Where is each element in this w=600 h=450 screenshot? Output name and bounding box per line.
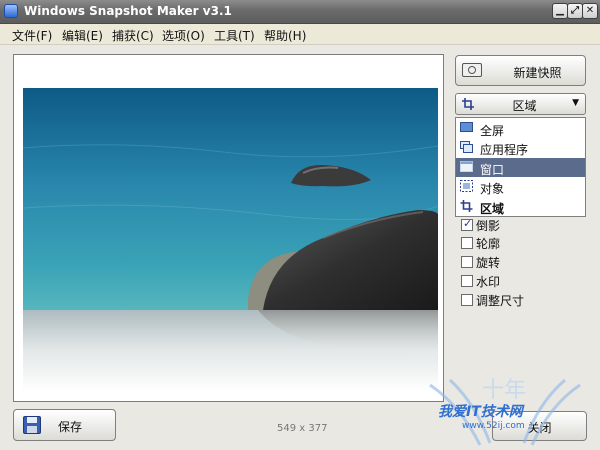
menu-file[interactable]: 文件(F) xyxy=(12,27,52,44)
watermark-text: 我爱IT技术网 xyxy=(438,404,523,420)
floppy-disk-icon xyxy=(23,416,41,434)
maximize-button[interactable]: ⤢ xyxy=(567,3,583,19)
app-window: Windows Snapshot Maker v3.1 ▁ ⤢ ✕ 文件(F) … xyxy=(0,0,600,450)
checkbox-box[interactable] xyxy=(461,294,473,306)
svg-text:十年: 十年 xyxy=(482,378,526,403)
monitor-icon xyxy=(460,122,473,132)
window-title: Windows Snapshot Maker v3.1 xyxy=(24,4,232,18)
snapshot-image xyxy=(23,88,438,310)
capture-mode-value: 区域 xyxy=(512,99,537,113)
checkbox-label: 倒影 xyxy=(476,219,501,233)
title-bar[interactable]: Windows Snapshot Maker v3.1 ▁ ⤢ ✕ xyxy=(0,0,600,24)
image-size-label: 549 x 377 xyxy=(277,423,328,434)
new-snapshot-label: 新建快照 xyxy=(513,66,562,80)
option-object[interactable]: 对象 xyxy=(456,177,585,196)
menu-options[interactable]: 选项(O) xyxy=(162,27,205,44)
window-icon xyxy=(460,161,473,172)
menu-help[interactable]: 帮助(H) xyxy=(264,27,306,44)
checkbox-label: 水印 xyxy=(476,275,501,289)
option-label: 应用程序 xyxy=(480,143,529,157)
capture-mode-select[interactable]: 区域 ▼ xyxy=(455,93,586,115)
object-select-icon xyxy=(460,180,473,192)
menu-bar: 文件(F) 编辑(E) 捕获(C) 选项(O) 工具(T) 帮助(H) xyxy=(0,24,600,45)
save-label: 保存 xyxy=(58,420,83,434)
checkbox-label: 旋转 xyxy=(476,256,501,270)
save-button[interactable]: 保存 xyxy=(13,409,116,441)
app-icon xyxy=(4,4,18,18)
option-fullscreen[interactable]: 全屏 xyxy=(456,119,585,138)
option-label: 区域 xyxy=(480,202,505,216)
menu-edit[interactable]: 编辑(E) xyxy=(62,27,103,44)
option-application[interactable]: 应用程序 xyxy=(456,138,585,157)
windows-icon xyxy=(460,141,473,153)
capture-mode-dropdown: 全屏 应用程序 窗口 对象 区域 xyxy=(455,117,586,217)
option-region[interactable]: 区域 xyxy=(456,197,585,216)
checkbox-box[interactable] xyxy=(461,237,473,249)
chevron-down-icon: ▼ xyxy=(572,98,579,108)
menu-tools[interactable]: 工具(T) xyxy=(214,27,255,44)
option-label: 窗口 xyxy=(480,163,505,177)
menu-capture[interactable]: 捕获(C) xyxy=(112,27,154,44)
option-window[interactable]: 窗口 xyxy=(456,158,585,177)
checkbox-box[interactable] xyxy=(461,256,473,268)
checkbox-label: 调整尺寸 xyxy=(476,294,525,308)
snapshot-preview xyxy=(13,54,444,402)
reflection-effect xyxy=(23,310,438,392)
minimize-button[interactable]: ▁ xyxy=(552,3,568,19)
new-snapshot-button[interactable]: 新建快照 xyxy=(455,55,586,86)
close-window-button[interactable]: ✕ xyxy=(582,3,598,19)
watermark-url: www.52ij.com xyxy=(462,421,525,431)
checkbox-label: 轮廓 xyxy=(476,237,501,251)
checkbox-box[interactable] xyxy=(461,217,473,231)
checkbox-box[interactable] xyxy=(461,275,473,287)
option-label: 全屏 xyxy=(480,124,505,138)
option-label: 对象 xyxy=(480,182,505,196)
crop-icon xyxy=(462,98,474,110)
crop-icon xyxy=(460,200,473,212)
camera-icon xyxy=(462,63,482,77)
